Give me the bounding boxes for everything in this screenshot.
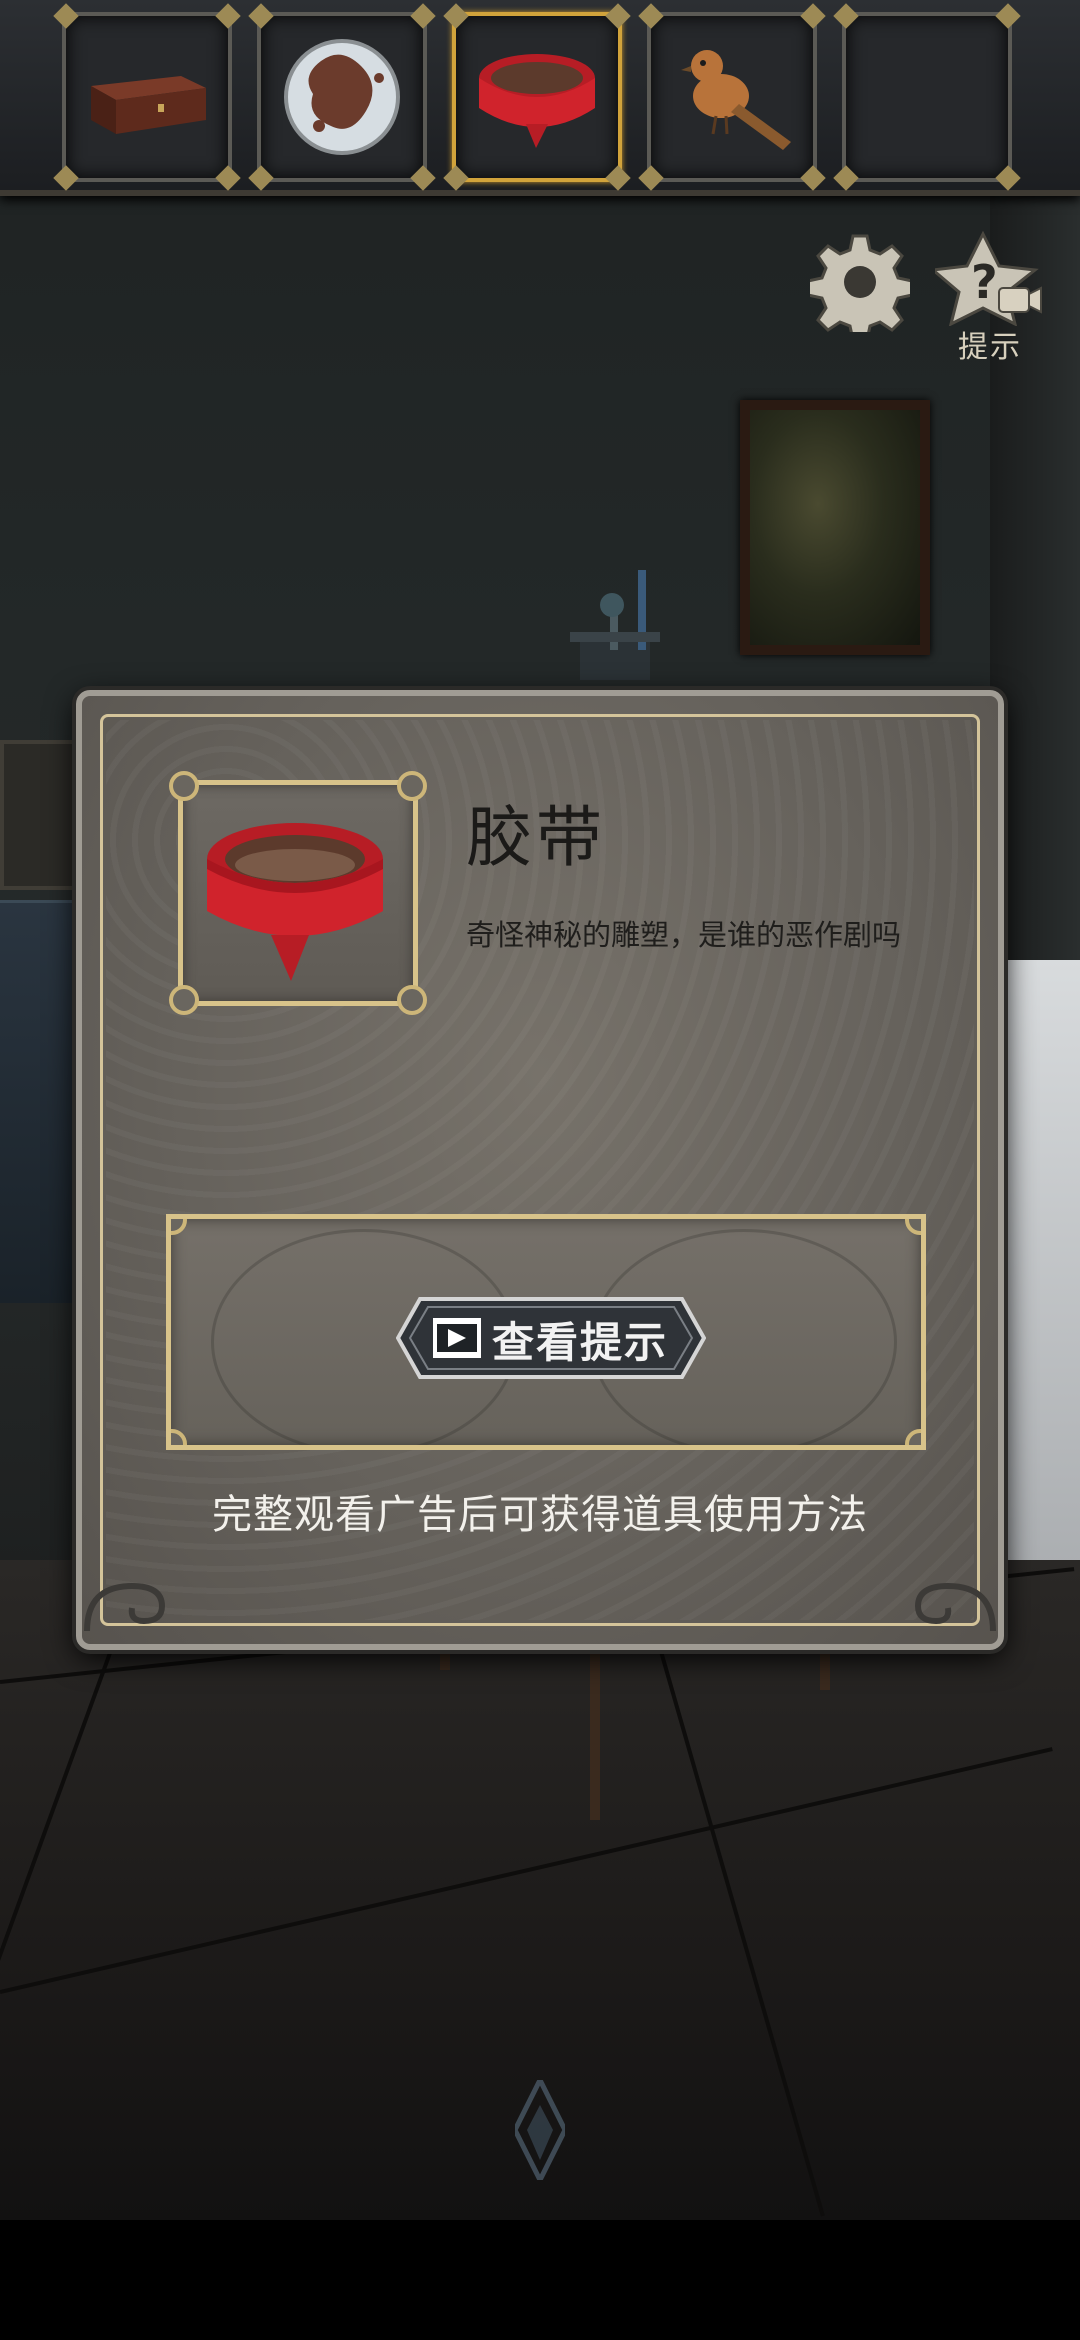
game-screen: ? 提示 胶带 奇怪神秘的雕塑，是谁的恶作剧吗 查看提示 完整观看广告后可获得道…	[0, 0, 1080, 2340]
gear-icon	[806, 234, 914, 342]
hint-button[interactable]: ? 提示	[929, 230, 1045, 365]
svg-text:?: ?	[971, 255, 998, 309]
wall-painting[interactable]	[740, 400, 930, 655]
chair-leg	[590, 1630, 600, 1820]
inventory-slot-empty[interactable]	[833, 3, 1021, 191]
item-detail-dialog: 胶带 奇怪神秘的雕塑，是谁的恶作剧吗 查看提示 完整观看广告后可获得道具使用方法	[76, 690, 1004, 1650]
watch-hint-label: 查看提示	[492, 1318, 669, 1367]
red-tape-icon	[479, 54, 595, 148]
inventory-slot-red-tape[interactable]	[443, 3, 631, 191]
item-preview-frame	[169, 771, 427, 1015]
old-monitor[interactable]	[0, 740, 80, 890]
play-video-icon	[433, 1318, 481, 1358]
inventory-bar	[0, 0, 1080, 196]
inventory-slot-stained-disc[interactable]	[248, 3, 436, 191]
question-video-icon: ?	[929, 230, 1042, 327]
stained-disc-icon	[284, 39, 400, 155]
lab-apparatus[interactable]	[540, 570, 690, 690]
corner-ornament	[84, 1582, 166, 1632]
ad-reward-note: 完整观看广告后可获得道具使用方法	[212, 1492, 868, 1538]
watch-hint-button[interactable]: 查看提示	[396, 1297, 706, 1379]
item-name: 胶带	[466, 799, 606, 876]
corner-ornament	[914, 1582, 996, 1632]
wooden-box-icon	[91, 76, 206, 134]
bed[interactable]	[1000, 960, 1080, 1620]
inventory-slot-wooden-box[interactable]	[53, 3, 241, 191]
hint-panel: 查看提示	[166, 1214, 926, 1450]
blue-cabinet[interactable]	[0, 900, 75, 1303]
system-nav-bar	[0, 2220, 1080, 2340]
red-tape-icon	[207, 823, 383, 981]
settings-button[interactable]	[806, 232, 914, 342]
inventory-slot-bird-figurine[interactable]	[638, 3, 826, 191]
bird-figurine-icon	[681, 50, 791, 150]
item-description: 奇怪神秘的雕塑，是谁的恶作剧吗	[466, 918, 902, 952]
crystal-emblem-icon[interactable]	[515, 2080, 565, 2180]
hint-label: 提示	[958, 330, 1022, 365]
